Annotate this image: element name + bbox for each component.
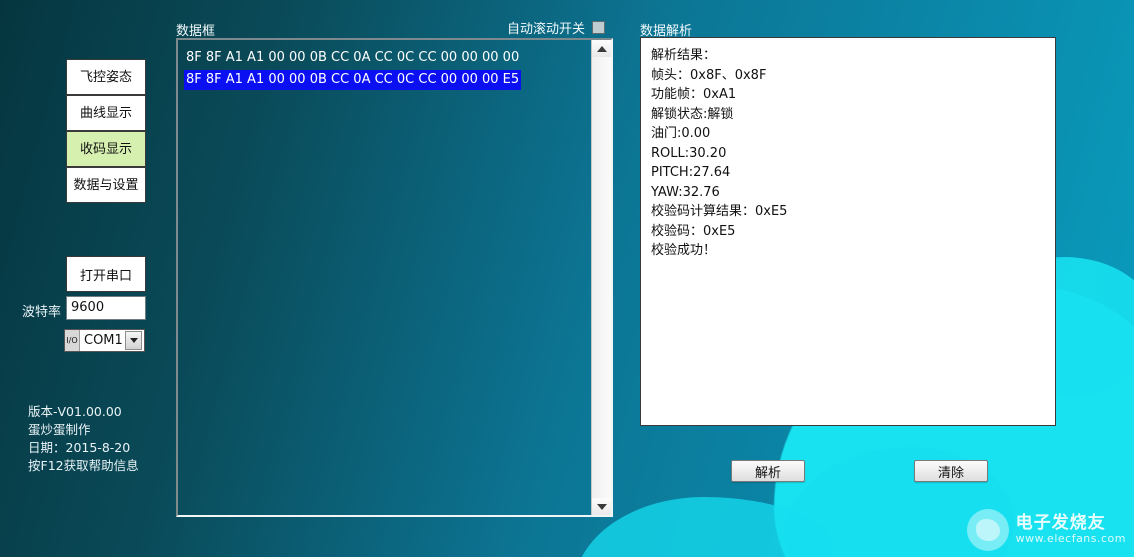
sidebar-item-label: 曲线显示 (79, 105, 132, 121)
parse-line: 校验码：0xE5 (651, 223, 736, 239)
app-window: 飞控姿态 曲线显示 收码显示 数据与设置 打开串口 波特率 9600 I/O C… (0, 0, 1134, 557)
parse-line: YAW:32.76 (651, 184, 720, 200)
version-info: 版本-V01.00.00 蛋炒蛋制作 日期：2015-8-20 按F12获取帮助… (28, 403, 139, 475)
version-line: 蛋炒蛋制作 (28, 422, 91, 437)
background-blob (574, 497, 834, 557)
parse-line: 功能帧：0xA1 (651, 87, 737, 102)
parse-line: 油门:0.00 (651, 126, 711, 141)
serial-port-value: COM1 (84, 333, 123, 348)
watermark-url: www.elecfans.com (1015, 532, 1126, 546)
watermark-cn: 电子发烧友 (1015, 513, 1106, 534)
parse-line: 校验码计算结果：0xE5 (651, 204, 788, 219)
watermark: 电子发烧友 www.elecfans.com (966, 509, 1126, 551)
autoscroll-toggle[interactable]: 自动滚动开关 (507, 18, 606, 37)
parse-button-label: 解析 (754, 465, 781, 481)
io-icon: I/O (65, 330, 80, 351)
parse-line: 解析结果： (651, 48, 717, 63)
open-serial-port-label: 打开串口 (79, 268, 132, 284)
sidebar-item-data-settings[interactable]: 数据与设置 (66, 167, 146, 203)
elecfans-logo-icon (966, 509, 1009, 551)
list-item[interactable]: 8F 8F A1 A1 00 00 0B CC 0A CC 0C CC 00 0… (184, 68, 585, 90)
parse-line: PITCH:27.64 (651, 165, 731, 180)
baud-rate-label: 波特率 (22, 305, 62, 320)
triangle-down-icon[interactable] (592, 498, 611, 515)
serial-port-select[interactable]: I/O COM1 (64, 329, 145, 352)
list-item-text: 8F 8F A1 A1 00 00 0B CC 0A CC 0C CC 00 0… (184, 70, 522, 90)
parse-button[interactable]: 解析 (731, 460, 805, 482)
parse-result-panel[interactable]: 解析结果： 帧头：0x8F、0x8F 功能帧：0xA1 解锁状态:解锁 油门:0… (640, 37, 1056, 426)
databox-listbox[interactable]: 8F 8F A1 A1 00 00 0B CC 0A CC 0C CC 00 0… (176, 38, 613, 517)
sidebar-item-flight-attitude[interactable]: 飞控姿态 (66, 59, 146, 95)
triangle-up-icon[interactable] (592, 40, 611, 57)
parse-line: 帧头：0x8F、0x8F (651, 67, 767, 83)
databox-rows: 8F 8F A1 A1 00 00 0B CC 0A CC 0C CC 00 0… (178, 40, 589, 515)
databox-title: 数据框 (176, 24, 216, 39)
sidebar-item-label: 收码显示 (79, 141, 132, 157)
autoscroll-checkbox[interactable] (592, 21, 606, 34)
parse-line: ROLL:30.20 (651, 145, 727, 161)
open-serial-port-button[interactable]: 打开串口 (66, 256, 146, 292)
sidebar-item-label: 飞控姿态 (79, 69, 132, 85)
list-item-text: 8F 8F A1 A1 00 00 0B CC 0A CC 0C CC 00 0… (186, 50, 520, 65)
sidebar-item-label: 数据与设置 (73, 177, 139, 193)
vertical-scrollbar[interactable] (591, 40, 611, 515)
autoscroll-label: 自动滚动开关 (507, 22, 586, 37)
baud-rate-input[interactable]: 9600 (66, 296, 146, 320)
parse-line: 解锁状态:解锁 (651, 106, 734, 122)
chevron-down-icon[interactable] (125, 331, 142, 350)
version-line: 版本-V01.00.00 (28, 404, 122, 419)
clear-button[interactable]: 清除 (914, 460, 988, 482)
watermark-text: 电子发烧友 www.elecfans.com (1015, 513, 1126, 546)
list-item[interactable]: 8F 8F A1 A1 00 00 0B CC 0A CC 0C CC 00 0… (184, 46, 585, 68)
parse-line: 校验成功！ (651, 243, 717, 258)
sidebar-item-code-display[interactable]: 收码显示 (66, 131, 146, 167)
sidebar-item-curve-display[interactable]: 曲线显示 (66, 95, 146, 131)
version-line: 按F12获取帮助信息 (28, 458, 139, 473)
version-line: 日期：2015-8-20 (28, 440, 131, 455)
clear-button-label: 清除 (937, 465, 964, 481)
